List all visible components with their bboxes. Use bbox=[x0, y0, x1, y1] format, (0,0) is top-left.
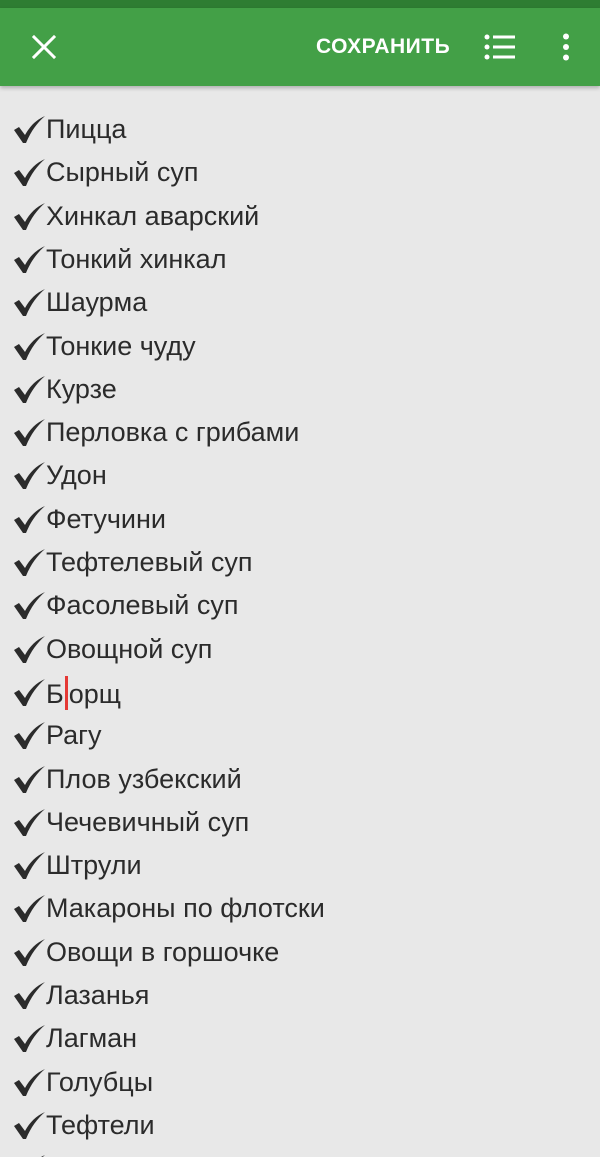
checklist-item[interactable]: Лагман bbox=[0, 1016, 600, 1059]
checklist-item[interactable]: Плов узбекский bbox=[0, 757, 600, 800]
check-mark-icon bbox=[14, 895, 45, 923]
checklist-item[interactable]: Хинкал аварский bbox=[0, 194, 600, 237]
checklist-item[interactable]: Овощи в горшочке bbox=[0, 930, 600, 973]
checklist-item-label: Перловка с грибами bbox=[46, 417, 300, 448]
checklist-item-label: Тонкий хинкал bbox=[46, 243, 227, 274]
checklist-item-label: П bbox=[46, 1152, 65, 1157]
check-mark-icon bbox=[14, 375, 45, 403]
checklist-item-label: Штрули bbox=[46, 850, 142, 881]
checklist-item[interactable]: Курзе bbox=[0, 367, 600, 410]
checklist-item[interactable]: Рагу bbox=[0, 713, 600, 756]
check-mark-icon bbox=[14, 808, 45, 836]
checklist-item-label: Пицца bbox=[46, 114, 127, 144]
checklist-item-label: Тефтели bbox=[46, 1109, 155, 1140]
checklist-item-label: Шаурма bbox=[46, 287, 148, 318]
more-vertical-icon bbox=[563, 33, 569, 61]
note-editor[interactable]: Пицца Сырный суп Хинкал аварский Тонкий хин… bbox=[0, 86, 600, 1157]
checklist-item[interactable]: Тонкие чуду bbox=[0, 324, 600, 367]
checklist-item-label: Тефтелевый суп bbox=[46, 547, 253, 577]
check-mark-icon bbox=[14, 159, 45, 187]
checklist-item[interactable]: Тефтели bbox=[0, 1103, 600, 1146]
check-mark-icon bbox=[14, 1025, 45, 1053]
check-mark-icon bbox=[14, 852, 45, 880]
check-mark-icon bbox=[14, 462, 45, 490]
check-mark-icon bbox=[14, 505, 45, 533]
checklist-item[interactable]: Сырный суп bbox=[0, 150, 600, 193]
check-mark-icon bbox=[14, 1068, 45, 1096]
checklist-item[interactable]: Перловка с грибами bbox=[0, 410, 600, 453]
text-cursor bbox=[64, 675, 68, 710]
check-mark-icon bbox=[14, 982, 45, 1009]
checklist-item[interactable]: Лазанья bbox=[0, 973, 600, 1016]
check-mark-icon bbox=[14, 635, 45, 663]
checklist-item-label: Тонкие чуду bbox=[46, 330, 196, 361]
checklist-item-label: Макароны по флотски bbox=[46, 893, 325, 924]
checklist-item[interactable]: Фасолевый суп bbox=[0, 583, 600, 626]
checklist-item[interactable]: Тефтелевый суп bbox=[0, 540, 600, 583]
check-mark-icon bbox=[14, 116, 45, 143]
checklist-item-label: Борщ bbox=[46, 675, 121, 710]
toolbar: СОХРАНИТЬ bbox=[0, 8, 600, 86]
checklist-item-label: Чечевичный суп bbox=[46, 806, 250, 837]
check-mark-icon bbox=[14, 722, 45, 750]
status-strip bbox=[0, 0, 600, 8]
more-options-button[interactable] bbox=[544, 21, 588, 73]
checklist-item-label: Лазанья bbox=[46, 980, 150, 1010]
check-mark-icon bbox=[14, 549, 45, 576]
checklist-item-label: Овощной суп bbox=[46, 633, 213, 664]
check-mark-icon bbox=[14, 678, 45, 706]
close-button[interactable] bbox=[18, 21, 70, 73]
close-icon bbox=[31, 34, 57, 60]
save-button[interactable]: СОХРАНИТЬ bbox=[306, 28, 460, 66]
checklist-item-label: Сырный суп bbox=[46, 157, 199, 188]
checklist-item-label: Овощи в горшочке bbox=[46, 936, 280, 967]
check-mark-icon bbox=[14, 765, 45, 793]
checklist-item-label: Курзе bbox=[46, 373, 117, 404]
checklist-item-label: Фасолевый суп bbox=[46, 590, 239, 621]
checklist-item-label: Удон bbox=[46, 460, 107, 491]
checklist-item[interactable]: Тонкий хинкал bbox=[0, 237, 600, 280]
checklist-item[interactable]: Макароны по флотски bbox=[0, 886, 600, 929]
checklist-item[interactable]: Овощной суп bbox=[0, 627, 600, 670]
checklist-item[interactable]: Удон bbox=[0, 453, 600, 496]
check-mark-icon bbox=[14, 938, 45, 966]
check-mark-icon bbox=[14, 289, 45, 317]
check-mark-icon bbox=[14, 202, 45, 230]
checklist-item-label: Лагман bbox=[46, 1023, 138, 1054]
check-mark-icon bbox=[14, 419, 45, 447]
checklist-item-label: Хинкал аварский bbox=[46, 200, 260, 231]
checklist-button[interactable] bbox=[474, 21, 526, 73]
check-mark-icon bbox=[14, 245, 45, 273]
checklist-item[interactable]: Штрули bbox=[0, 843, 600, 886]
checklist-item[interactable]: П bbox=[0, 1146, 600, 1157]
checklist-item-label: Плов узбекский bbox=[46, 763, 242, 794]
checklist-item[interactable]: Чечевичный суп bbox=[0, 800, 600, 843]
checklist-item-label: Рагу bbox=[46, 720, 102, 751]
checklist-item[interactable]: Голубцы bbox=[0, 1060, 600, 1103]
checklist-item[interactable]: Шаурма bbox=[0, 280, 600, 323]
checklist-icon bbox=[484, 34, 515, 60]
checklist-item-label: Голубцы bbox=[46, 1066, 154, 1097]
check-mark-icon bbox=[14, 1111, 45, 1139]
checklist-item[interactable]: Пицца bbox=[0, 107, 600, 150]
check-mark-icon bbox=[14, 332, 45, 360]
check-mark-icon bbox=[14, 592, 45, 620]
checklist-item[interactable]: Борщ bbox=[0, 670, 600, 713]
checklist-item-label: Фетучини bbox=[46, 503, 166, 534]
checklist-item[interactable]: Фетучини bbox=[0, 497, 600, 540]
